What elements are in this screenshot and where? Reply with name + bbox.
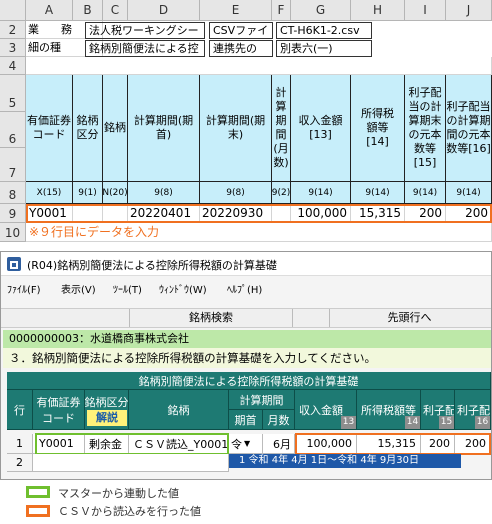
- format-code[interactable]: X(15): [26, 182, 73, 204]
- master-linked-highlight: [35, 433, 229, 455]
- spreadsheet: A B C D E F G H I J 2 3 4 5 6 7 8 9 10 業…: [0, 0, 492, 246]
- col-header-e[interactable]: E: [200, 0, 272, 21]
- cell-e3[interactable]: 連携先の: [209, 40, 273, 57]
- col-header-g[interactable]: G: [291, 0, 351, 21]
- header-kubun[interactable]: 銘柄区分: [73, 75, 103, 182]
- grid-row-2-cells[interactable]: [33, 454, 229, 472]
- menu-window[interactable]: ｳｨﾝﾄﾞｳ(W): [159, 281, 207, 296]
- company-bar: 0000000003：水道橋商事株式会社: [3, 330, 491, 348]
- col-header-a[interactable]: A: [26, 0, 73, 21]
- row-header-10[interactable]: 10: [0, 223, 26, 242]
- header-income[interactable]: 収入金額[13]: [291, 75, 351, 182]
- legend-orange-label: ＣＳＶから読込みを行った値: [58, 505, 201, 518]
- grid-title: 銘柄別簡便法による控除所得税額の計算基礎: [7, 372, 491, 390]
- grid-col-start: 期首: [229, 410, 263, 430]
- instruction-text: ３．銘柄別簡便法による控除所得税額の計算基礎を入力してください。: [3, 348, 491, 368]
- header-start[interactable]: 計算期間(期首): [128, 75, 200, 182]
- cell-f3[interactable]: 別表六(一): [276, 40, 372, 57]
- format-months[interactable]: 9(2): [272, 182, 291, 204]
- search-brand-button[interactable]: 銘柄検索: [129, 309, 293, 327]
- col-header-j[interactable]: J: [446, 0, 492, 21]
- header-code[interactable]: 有価証券コード: [26, 75, 73, 182]
- badge-13: 13: [341, 416, 356, 429]
- format-end[interactable]: 9(8): [200, 182, 272, 204]
- col-header-d[interactable]: D: [128, 0, 200, 21]
- menu-tools[interactable]: ﾂｰﾙ(T): [113, 281, 142, 296]
- grid-col-months: 月数: [263, 410, 295, 430]
- window-title: (R04)銘柄別簡便法による控除所得税額の計算基礎: [27, 259, 277, 272]
- cell-b2[interactable]: 法人税ワーキングシー: [85, 22, 205, 39]
- format-tax[interactable]: 9(14): [351, 182, 405, 204]
- row-header-2[interactable]: 2: [0, 21, 26, 39]
- format-income[interactable]: 9(14): [291, 182, 351, 204]
- grid-col-principal-end: 利子配当の計算期末 15: [421, 390, 455, 430]
- first-row-button[interactable]: 先頭行へ: [329, 309, 489, 327]
- grid-col-code: 有価証券コード: [33, 390, 85, 430]
- grid-cell-months[interactable]: 6月: [263, 434, 295, 454]
- legend-green-swatch: [26, 486, 50, 498]
- menu-help[interactable]: ﾍﾙﾌﾟ(H): [227, 281, 262, 296]
- legend-orange-swatch: [26, 505, 50, 517]
- format-principal-period[interactable]: 9(14): [446, 182, 492, 204]
- grid-row-number: 1: [7, 434, 33, 454]
- grid-col-principal-period: 利子配当の計算期間 16: [455, 390, 491, 430]
- grid-col-income-label: 収入金額: [299, 403, 343, 417]
- row-header-4[interactable]: 4: [0, 57, 26, 75]
- format-principal-end[interactable]: 9(14): [405, 182, 446, 204]
- grid-col-income: 収入金額 13: [295, 390, 357, 430]
- grid-cell-start-select[interactable]: 令 ▼: [229, 434, 263, 454]
- menu-file[interactable]: ﾌｧｲﾙ(F): [7, 281, 41, 296]
- cell-b3[interactable]: 銘柄別簡便法による控: [85, 40, 205, 57]
- col-header-b[interactable]: B: [73, 0, 103, 21]
- legend-green-label: マスターから連動した値: [58, 487, 179, 500]
- format-kubun[interactable]: 9(1): [73, 182, 103, 204]
- header-principal-period[interactable]: 利子配当の計算期間の元本数等[16]: [446, 75, 492, 182]
- header-end[interactable]: 計算期間(期末): [200, 75, 272, 182]
- input-grid: 銘柄別簡便法による控除所得税額の計算基礎 行 有価証券コード 銘柄区分 解説 銘…: [7, 372, 491, 480]
- row-header-5[interactable]: 5: [0, 75, 26, 112]
- csv-data-highlight: [26, 204, 492, 223]
- col-header-f[interactable]: F: [272, 0, 291, 21]
- csv-loaded-highlight: [295, 433, 491, 455]
- toolbar: 銘柄検索 先頭行へ: [1, 308, 491, 328]
- col-header-i[interactable]: I: [405, 0, 446, 21]
- cell-f2[interactable]: CT-H6K1-2.csv: [276, 22, 372, 39]
- row-4-blank: [26, 57, 492, 75]
- row-header-8[interactable]: 8: [0, 182, 26, 204]
- header-months[interactable]: 計算期間(月数): [272, 75, 291, 182]
- menu-view[interactable]: 表示(V): [61, 281, 96, 296]
- menu-bar: ﾌｧｲﾙ(F) 表示(V) ﾂｰﾙ(T) ｳｨﾝﾄﾞｳ(W) ﾍﾙﾌﾟ(H): [1, 279, 491, 297]
- grid-col-name: 銘柄: [129, 390, 229, 430]
- title-bar: (R04)銘柄別簡便法による控除所得税額の計算基礎: [1, 252, 491, 276]
- header-principal-end[interactable]: 利子配当の計算期末の元本数等[15]: [405, 75, 446, 182]
- grid-col-row: 行: [7, 390, 33, 430]
- col-header-h[interactable]: H: [351, 0, 405, 21]
- row-header-7[interactable]: 7: [0, 148, 26, 182]
- period-tooltip-text: 1 令和 4年 4月 1日～令和 4年 9月30日: [239, 455, 419, 466]
- badge-14: 14: [405, 416, 420, 429]
- header-tax[interactable]: 所得税額等[14]: [351, 75, 405, 182]
- kaisetsu-button[interactable]: 解説: [87, 410, 127, 426]
- app-icon: [7, 257, 21, 271]
- row-header-3[interactable]: 3: [0, 39, 26, 57]
- row-header-6[interactable]: 6: [0, 112, 26, 148]
- row-header-9[interactable]: 9: [0, 204, 26, 223]
- grid-col-tax: 所得税額等 14: [357, 390, 421, 430]
- grid-cell-start-value: 令: [231, 437, 242, 451]
- header-name[interactable]: 銘柄: [103, 75, 128, 182]
- format-start[interactable]: 9(8): [128, 182, 200, 204]
- select-all-corner[interactable]: [0, 0, 26, 21]
- chevron-down-icon[interactable]: ▼: [244, 439, 250, 448]
- cell-e2[interactable]: CSVファイ: [209, 22, 273, 39]
- note-text: ※９行目にデータを入力: [26, 223, 492, 242]
- app-window: (R04)銘柄別簡便法による控除所得税額の計算基礎 ﾌｧｲﾙ(F) 表示(V) …: [0, 251, 492, 480]
- col-header-c[interactable]: C: [103, 0, 128, 21]
- format-name[interactable]: N(20): [103, 182, 128, 204]
- badge-16: 16: [475, 416, 490, 429]
- grid-row-number-2: 2: [7, 454, 33, 472]
- badge-15: 15: [439, 416, 454, 429]
- grid-col-period: 計算期間: [229, 390, 295, 410]
